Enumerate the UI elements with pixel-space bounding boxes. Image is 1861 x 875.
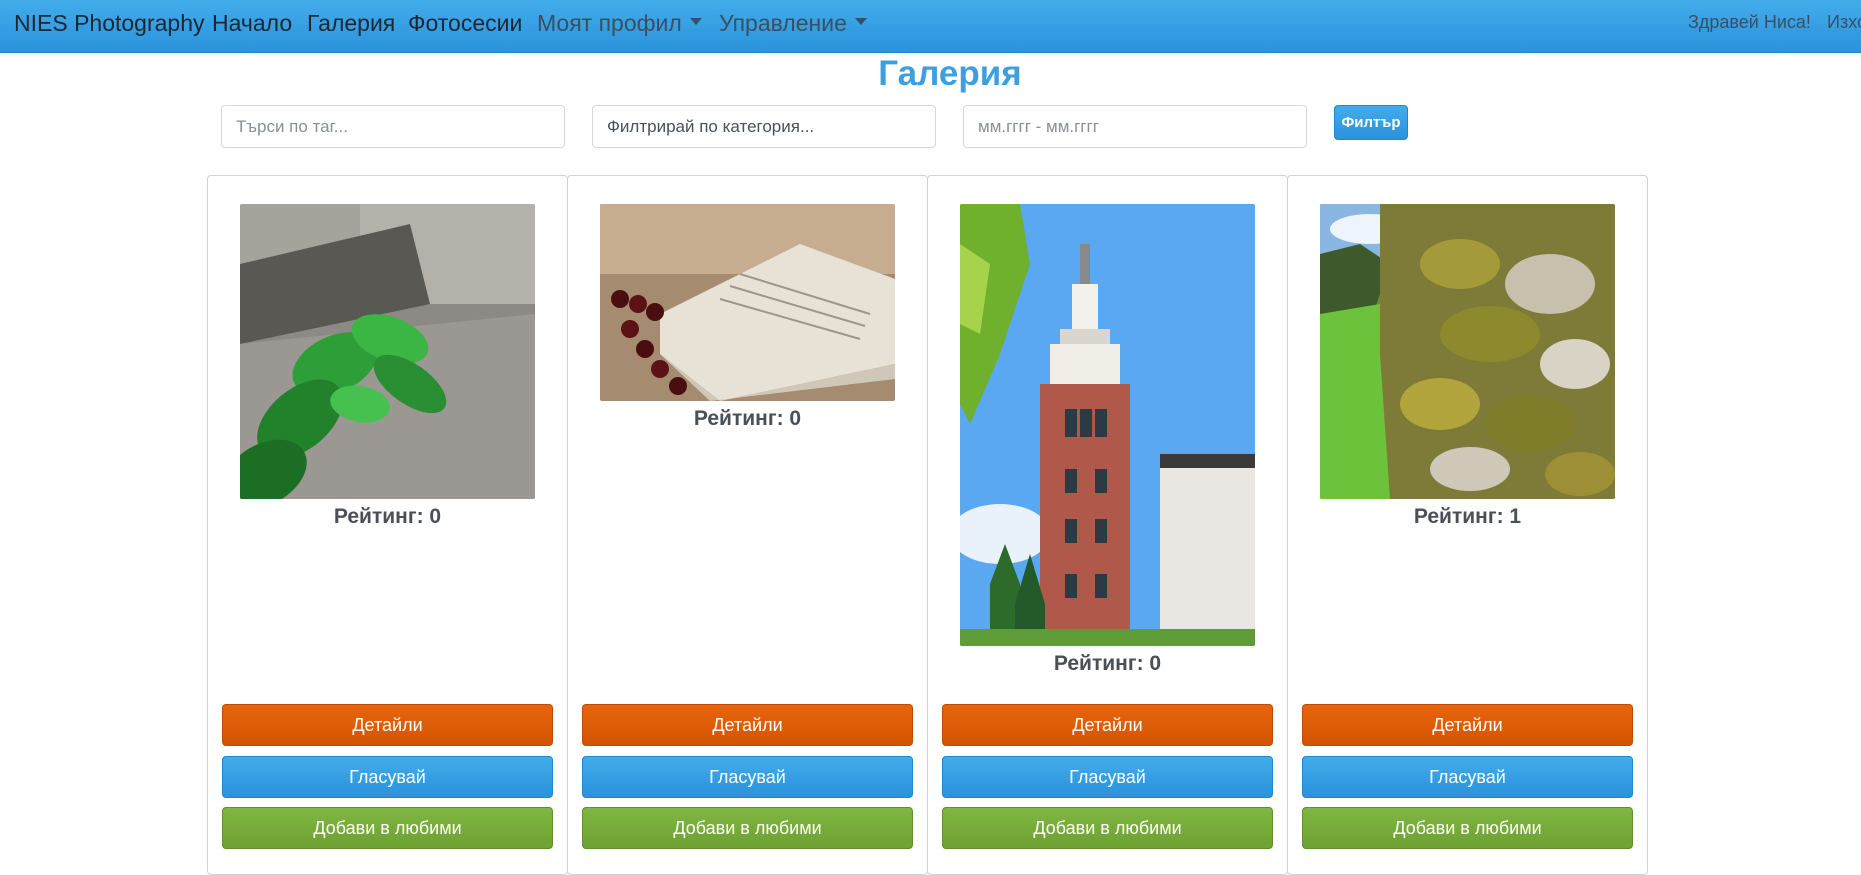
gallery-card: Рейтинг: 0 Детайли Гласувай Добави в люб…: [927, 175, 1288, 875]
brand-link[interactable]: NIES Photography: [14, 10, 205, 37]
chevron-down-icon: [854, 18, 867, 26]
card-rating: Рейтинг: 0: [693, 407, 802, 430]
add-to-favorites-button[interactable]: Добави в любими: [1302, 807, 1633, 849]
category-filter-value: Филтрирай по категория...: [607, 116, 815, 136]
card-rating: Рейтинг: 0: [1053, 652, 1162, 675]
details-button[interactable]: Детайли: [222, 704, 553, 746]
nav-management-label: Управление: [719, 10, 847, 36]
vote-button[interactable]: Гласувай: [222, 756, 553, 798]
open-book-with-beads-photo[interactable]: [600, 204, 895, 401]
gallery-card: Рейтинг: 0 Детайли Гласувай Добави в люб…: [207, 175, 568, 875]
nav-my-profile-label: Моят профил: [537, 10, 682, 36]
vote-button[interactable]: Гласувай: [942, 756, 1273, 798]
card-rating: Рейтинг: 1: [1413, 505, 1522, 528]
nav-management-dropdown[interactable]: Управление: [719, 10, 867, 37]
plant-on-stone-photo[interactable]: [240, 204, 535, 499]
nav-gallery[interactable]: Галерия: [307, 10, 395, 37]
card-rating: Рейтинг: 0: [333, 505, 442, 528]
mossy-stone-wall-photo[interactable]: [1320, 204, 1615, 499]
top-navbar: NIES Photography Начало Галерия Фотосеси…: [0, 0, 1861, 53]
gallery-card: Рейтинг: 1 Детайли Гласувай Добави в люб…: [1287, 175, 1648, 875]
details-button[interactable]: Детайли: [1302, 704, 1633, 746]
details-button[interactable]: Детайли: [582, 704, 913, 746]
add-to-favorites-button[interactable]: Добави в любими: [582, 807, 913, 849]
page-title: Галерия: [878, 54, 1022, 93]
add-to-favorites-button[interactable]: Добави в любими: [222, 807, 553, 849]
logout-link[interactable]: Изход: [1827, 12, 1861, 33]
nav-home[interactable]: Начало: [212, 10, 292, 37]
add-to-favorites-button[interactable]: Добави в любими: [942, 807, 1273, 849]
category-filter-select[interactable]: Филтрирай по категория...: [592, 105, 936, 148]
clock-tower-building-photo[interactable]: [960, 204, 1255, 646]
details-button[interactable]: Детайли: [942, 704, 1273, 746]
nav-photoshoots[interactable]: Фотосесии: [408, 10, 522, 37]
vote-button[interactable]: Гласувай: [1302, 756, 1633, 798]
tag-search-input[interactable]: [221, 105, 565, 148]
chevron-down-icon: [689, 18, 702, 26]
date-range-input[interactable]: [963, 105, 1307, 148]
nav-my-profile-dropdown[interactable]: Моят профил: [537, 10, 702, 37]
filter-button[interactable]: Филтър: [1334, 105, 1408, 140]
user-greeting[interactable]: Здравей Ниса!: [1688, 12, 1811, 33]
gallery-card: Рейтинг: 0 Детайли Гласувай Добави в люб…: [567, 175, 928, 875]
vote-button[interactable]: Гласувай: [582, 756, 913, 798]
